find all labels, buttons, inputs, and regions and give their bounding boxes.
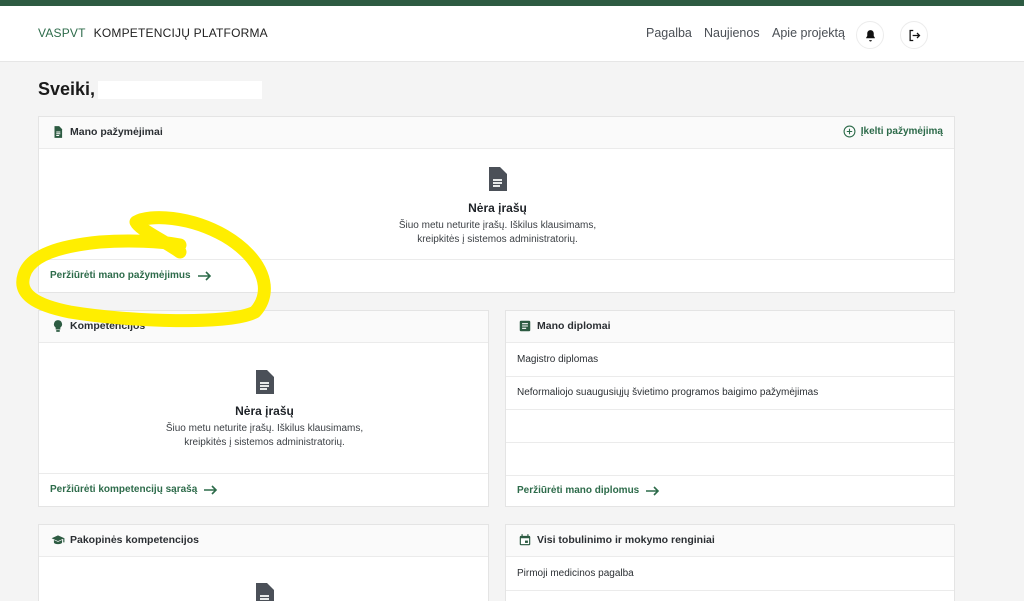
view-competencies-label: Peržiūrėti kompetencijų sąrašą [50, 484, 198, 495]
events-title: Visi tobulinimo ir mokymo renginiai [537, 534, 715, 546]
certificates-empty-title: Nėra įrašų [468, 201, 527, 215]
empty-document-icon [256, 583, 274, 601]
event-item[interactable]: Pirmoji medicinos pagalba [506, 558, 954, 591]
brand-short: VASPVT [38, 26, 86, 40]
certificates-card-footer: Peržiūrėti mano pažymėjimus [39, 259, 954, 293]
diploma-empty-row [506, 443, 954, 476]
brand-long: KOMPETENCIJŲ PLATFORMA [93, 26, 268, 40]
events-card: Visi tobulinimo ir mokymo renginiai Pirm… [505, 524, 955, 601]
certificates-card: Mano pažymėjimai Įkelti pažymėjimą Nėra … [38, 116, 955, 293]
certificates-empty-text-1: Šiuo metu neturite įrašų. Iškilus klausi… [398, 220, 597, 231]
empty-document-icon [256, 370, 274, 394]
notifications-button[interactable] [856, 21, 884, 49]
diplomas-title: Mano diplomai [537, 320, 611, 332]
stage-competencies-card: Pakopinės kompetencijos [38, 524, 489, 601]
stage-competencies-title: Pakopinės kompetencijos [70, 534, 199, 546]
competencies-empty-text-2: kreipkitės į sistemos administratorių. [184, 437, 345, 448]
plus-circle-icon [843, 125, 856, 138]
greeting: Sveiki, [38, 79, 96, 99]
competencies-card-footer: Peržiūrėti kompetencijų sąrašą [39, 473, 488, 507]
diploma-item-label: Neformaliojo suaugusiųjų švietimo progra… [517, 387, 819, 398]
competencies-card-header: Kompetencijos [39, 311, 488, 343]
arrow-right-icon [646, 485, 660, 496]
nav-naujienos[interactable]: Naujienos [704, 26, 760, 40]
logout-button[interactable] [900, 21, 928, 49]
diploma-item[interactable]: Neformaliojo suaugusiųjų švietimo progra… [506, 377, 954, 410]
view-competencies-link[interactable]: Peržiūrėti kompetencijų sąrašą [50, 484, 218, 495]
view-diplomas-link[interactable]: Peržiūrėti mano diplomus [517, 485, 660, 496]
certificates-empty-text-2: kreipkitės į sistemos administratorių. [417, 234, 578, 245]
app-header: VASPVT KOMPETENCIJŲ PLATFORMA Pagalba Nau… [0, 6, 1024, 62]
competencies-title: Kompetencijos [70, 320, 146, 332]
view-diplomas-label: Peržiūrėti mano diplomus [517, 485, 640, 496]
competencies-empty-title: Nėra įrašų [235, 404, 294, 418]
graduation-cap-icon [51, 535, 65, 545]
events-card-header: Visi tobulinimo ir mokymo renginiai [506, 525, 954, 557]
lightbulb-icon [53, 320, 63, 332]
certificates-title: Mano pažymėjimai [70, 126, 163, 138]
event-item-label: Pirmoji medicinos pagalba [517, 568, 634, 579]
calendar-icon [519, 534, 531, 546]
diplomas-card: Mano diplomai Magistro diplomas Neformal… [505, 310, 955, 507]
upload-certificate-button[interactable]: Įkelti pažymėjimą [843, 125, 943, 138]
diploma-item[interactable]: Magistro diplomas [506, 344, 954, 377]
brand[interactable]: VASPVT KOMPETENCIJŲ PLATFORMA [38, 26, 268, 40]
arrow-right-icon [204, 484, 218, 495]
nav-pagalba[interactable]: Pagalba [646, 26, 692, 40]
competencies-empty-text-1: Šiuo metu neturite įrašų. Iškilus klausi… [165, 423, 364, 434]
view-certificates-label: Peržiūrėti mano pažymėjimus [50, 270, 191, 281]
logout-icon [909, 29, 920, 41]
stage-competencies-card-header: Pakopinės kompetencijos [39, 525, 488, 557]
document-icon [54, 126, 63, 138]
upload-certificate-label: Įkelti pažymėjimą [860, 126, 943, 137]
competencies-card: Kompetencijos Nėra įrašų Šiuo metu netur… [38, 310, 489, 507]
redacted-user-name [98, 81, 262, 99]
certificates-card-header: Mano pažymėjimai Įkelti pažymėjimą [39, 117, 954, 149]
bell-icon [865, 29, 875, 41]
diplomas-card-header: Mano diplomai [506, 311, 954, 343]
view-certificates-link[interactable]: Peržiūrėti mano pažymėjimus [50, 270, 212, 281]
diploma-empty-row [506, 410, 954, 443]
arrow-right-icon [197, 270, 211, 281]
empty-document-icon [489, 167, 507, 191]
nav-apie-projekta[interactable]: Apie projektą [772, 26, 845, 40]
diploma-item-label: Magistro diplomas [517, 354, 599, 365]
list-document-icon [519, 320, 531, 332]
